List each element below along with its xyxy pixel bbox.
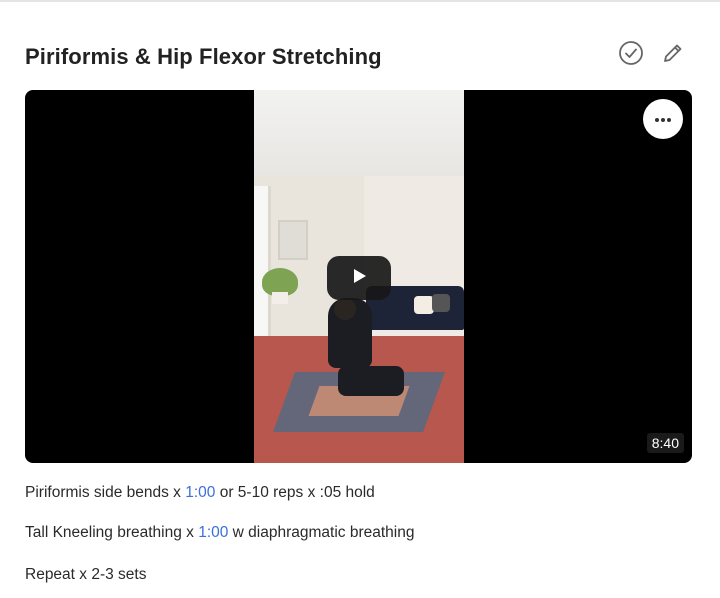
more-horizontal-icon [654,110,672,128]
mark-complete-button[interactable] [618,40,644,71]
description-line-1: Piriformis side bends x 1:00 or 5-10 rep… [25,484,375,502]
play-icon [349,266,369,291]
description-line-2: Tall Kneeling breathing x 1:00 w diaphra… [25,524,414,542]
description-text: Piriformis side bends x [25,484,186,501]
timestamp-link[interactable]: 1:00 [198,524,228,541]
edit-button[interactable] [660,42,686,68]
description-line-3: Repeat x 2-3 sets [25,566,146,584]
page-title: Piriformis & Hip Flexor Stretching [25,44,382,69]
video-duration: 8:40 [646,433,684,453]
description-text: w diaphragmatic breathing [228,524,415,541]
workout-card: Piriformis & Hip Flexor Stretching 8:40 … [0,2,720,598]
description-text: or 5-10 reps x :05 hold [215,484,375,501]
header-actions [618,40,686,71]
more-options-button[interactable] [643,99,683,139]
description-text: Repeat x 2-3 sets [25,566,147,583]
description-text: Tall Kneeling breathing x [25,524,199,541]
timestamp-link[interactable]: 1:00 [185,484,215,501]
pencil-icon [661,41,685,70]
video-player[interactable]: 8:40 [25,90,692,463]
play-button[interactable] [327,256,391,300]
check-circle-icon [618,40,644,71]
